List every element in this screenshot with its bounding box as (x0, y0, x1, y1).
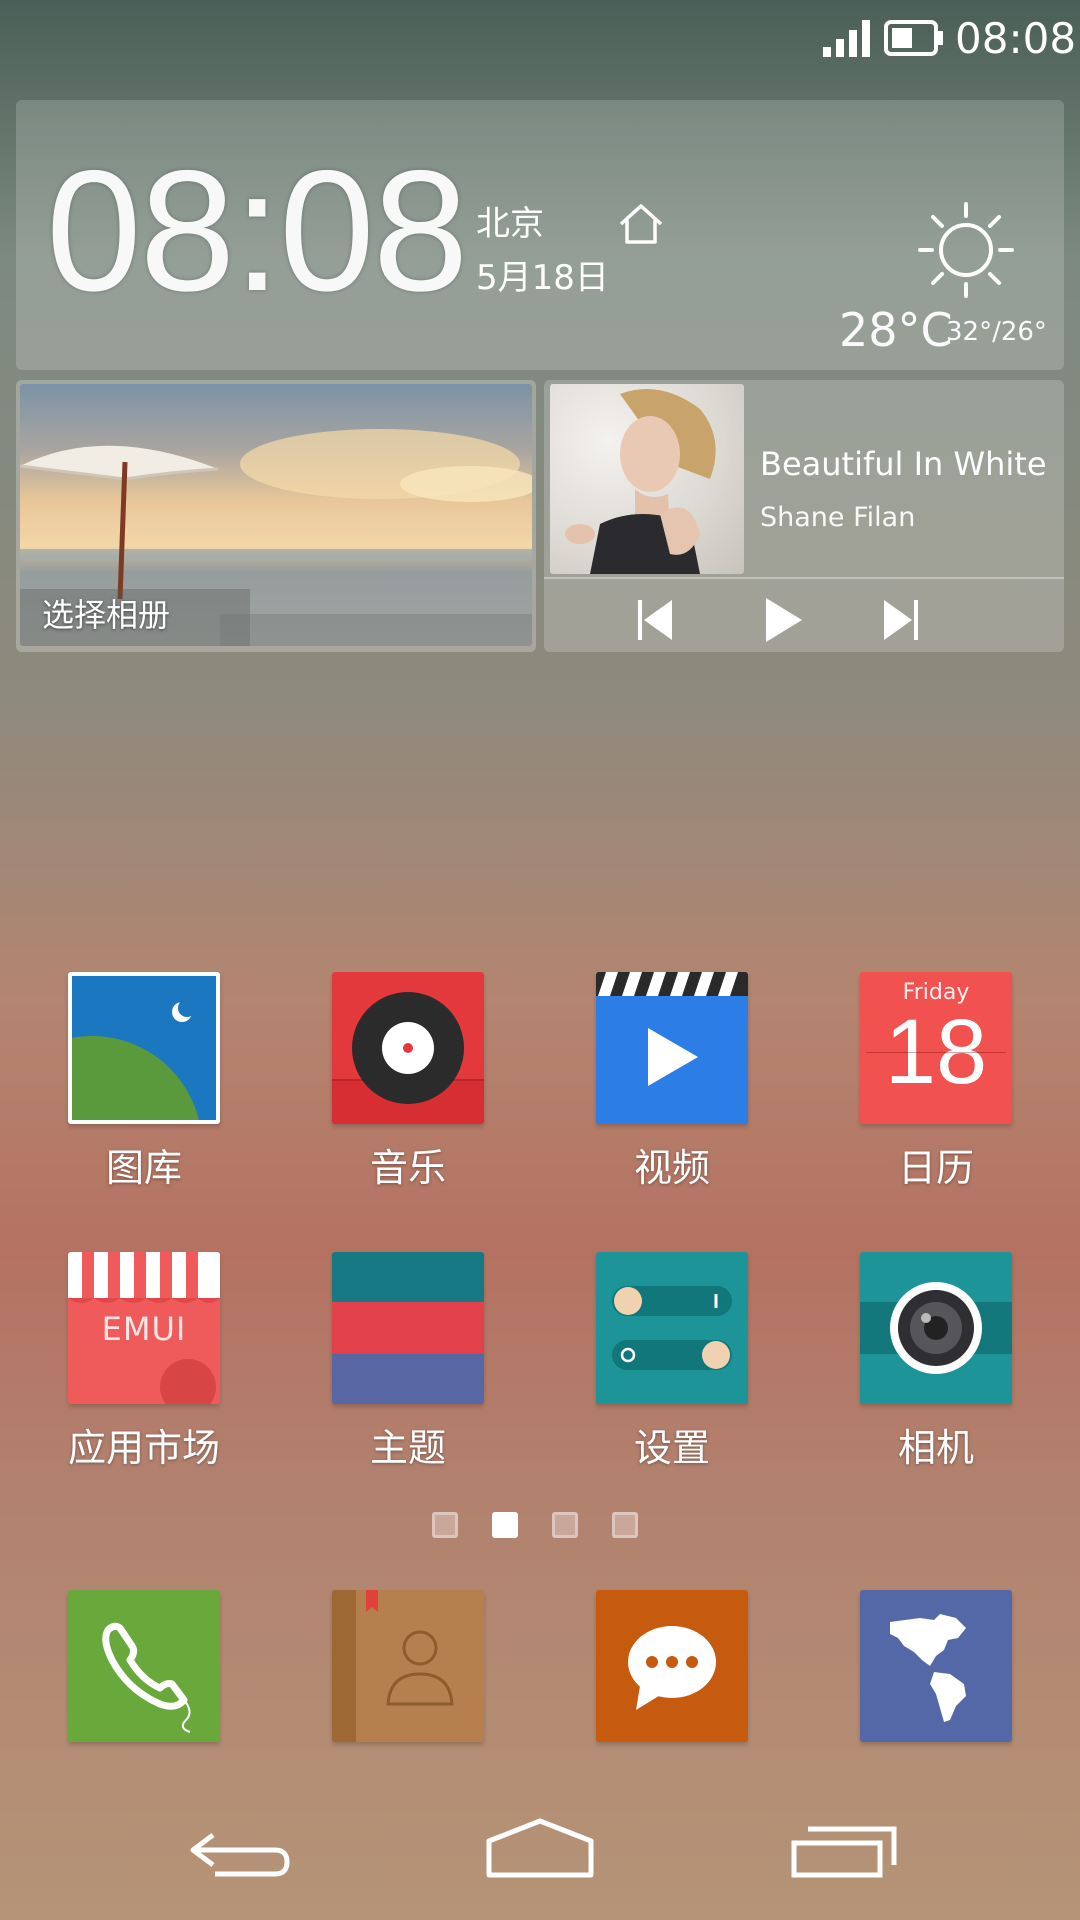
app-camera[interactable]: 相机 (822, 1252, 1022, 1482)
app-market[interactable]: EMUI 应用市场 (30, 1252, 230, 1482)
app-settings[interactable]: 设置 (558, 1252, 758, 1482)
app-calendar[interactable]: Friday 18 日历 (822, 972, 1022, 1202)
app-label: 设置 (633, 1426, 710, 1470)
battery-icon (884, 20, 943, 56)
status-time: 08:08 (955, 14, 1077, 63)
sunny-weather-icon (918, 202, 1014, 298)
song-artist: Shane Filan (760, 502, 916, 533)
play-icon[interactable] (752, 590, 812, 650)
messages-icon[interactable] (596, 1590, 748, 1742)
home-nav-icon[interactable] (485, 1815, 595, 1885)
signal-icon (823, 20, 870, 57)
song-title: Beautiful In White (760, 445, 1047, 483)
app-gallery[interactable]: 图库 (30, 972, 230, 1202)
app-label: 视频 (633, 1146, 710, 1190)
album-art[interactable] (550, 384, 744, 574)
music-widget[interactable]: Beautiful In White Shane Filan (544, 380, 1064, 652)
calendar-icon[interactable]: Friday 18 (860, 972, 1012, 1124)
previous-track-icon[interactable] (624, 590, 684, 650)
weather-city: 北京 (476, 204, 544, 244)
home-icon[interactable] (611, 200, 671, 250)
page-indicator-4[interactable] (612, 1512, 638, 1538)
clock-time[interactable]: 08:08 (46, 145, 468, 317)
page-indicator-2[interactable] (492, 1512, 518, 1538)
page-indicator-1[interactable] (432, 1512, 458, 1538)
settings-icon[interactable] (596, 1252, 748, 1404)
clock-weather-widget[interactable]: 08:08 北京 5月18日 28°C 32°/26° (16, 100, 1064, 370)
app-label: 主题 (369, 1426, 446, 1470)
app-market-icon[interactable]: EMUI (68, 1252, 220, 1404)
current-temperature: 28°C (839, 303, 953, 357)
select-album-label[interactable]: 选择相册 (42, 595, 170, 635)
back-icon[interactable] (185, 1815, 295, 1885)
contacts-icon[interactable] (332, 1590, 484, 1742)
app-label: 相机 (897, 1426, 974, 1470)
video-icon[interactable] (596, 972, 748, 1124)
app-label: 日历 (897, 1146, 974, 1190)
status-bar: 08:08 (0, 0, 1080, 80)
app-label: 图库 (105, 1146, 182, 1190)
app-label: 应用市场 (67, 1426, 220, 1470)
camera-icon[interactable] (860, 1252, 1012, 1404)
browser-icon[interactable] (860, 1590, 1012, 1742)
app-music[interactable]: 音乐 (294, 972, 494, 1202)
themes-icon[interactable] (332, 1252, 484, 1404)
recent-apps-icon[interactable] (790, 1815, 900, 1885)
phone-icon[interactable] (68, 1590, 220, 1742)
gallery-icon[interactable] (68, 972, 220, 1124)
album-widget[interactable]: 选择相册 (16, 380, 536, 652)
app-label: 音乐 (369, 1146, 446, 1190)
clock-date: 5月18日 (476, 258, 609, 298)
divider (544, 577, 1064, 579)
page-indicator-3[interactable] (552, 1512, 578, 1538)
emui-brand-text: EMUI (101, 1310, 187, 1348)
next-track-icon[interactable] (872, 590, 932, 650)
music-icon[interactable] (332, 972, 484, 1124)
album-cover-image (565, 389, 716, 574)
temperature-range: 32°/26° (946, 317, 1047, 347)
app-themes[interactable]: 主题 (294, 1252, 494, 1482)
app-video[interactable]: 视频 (558, 972, 758, 1202)
